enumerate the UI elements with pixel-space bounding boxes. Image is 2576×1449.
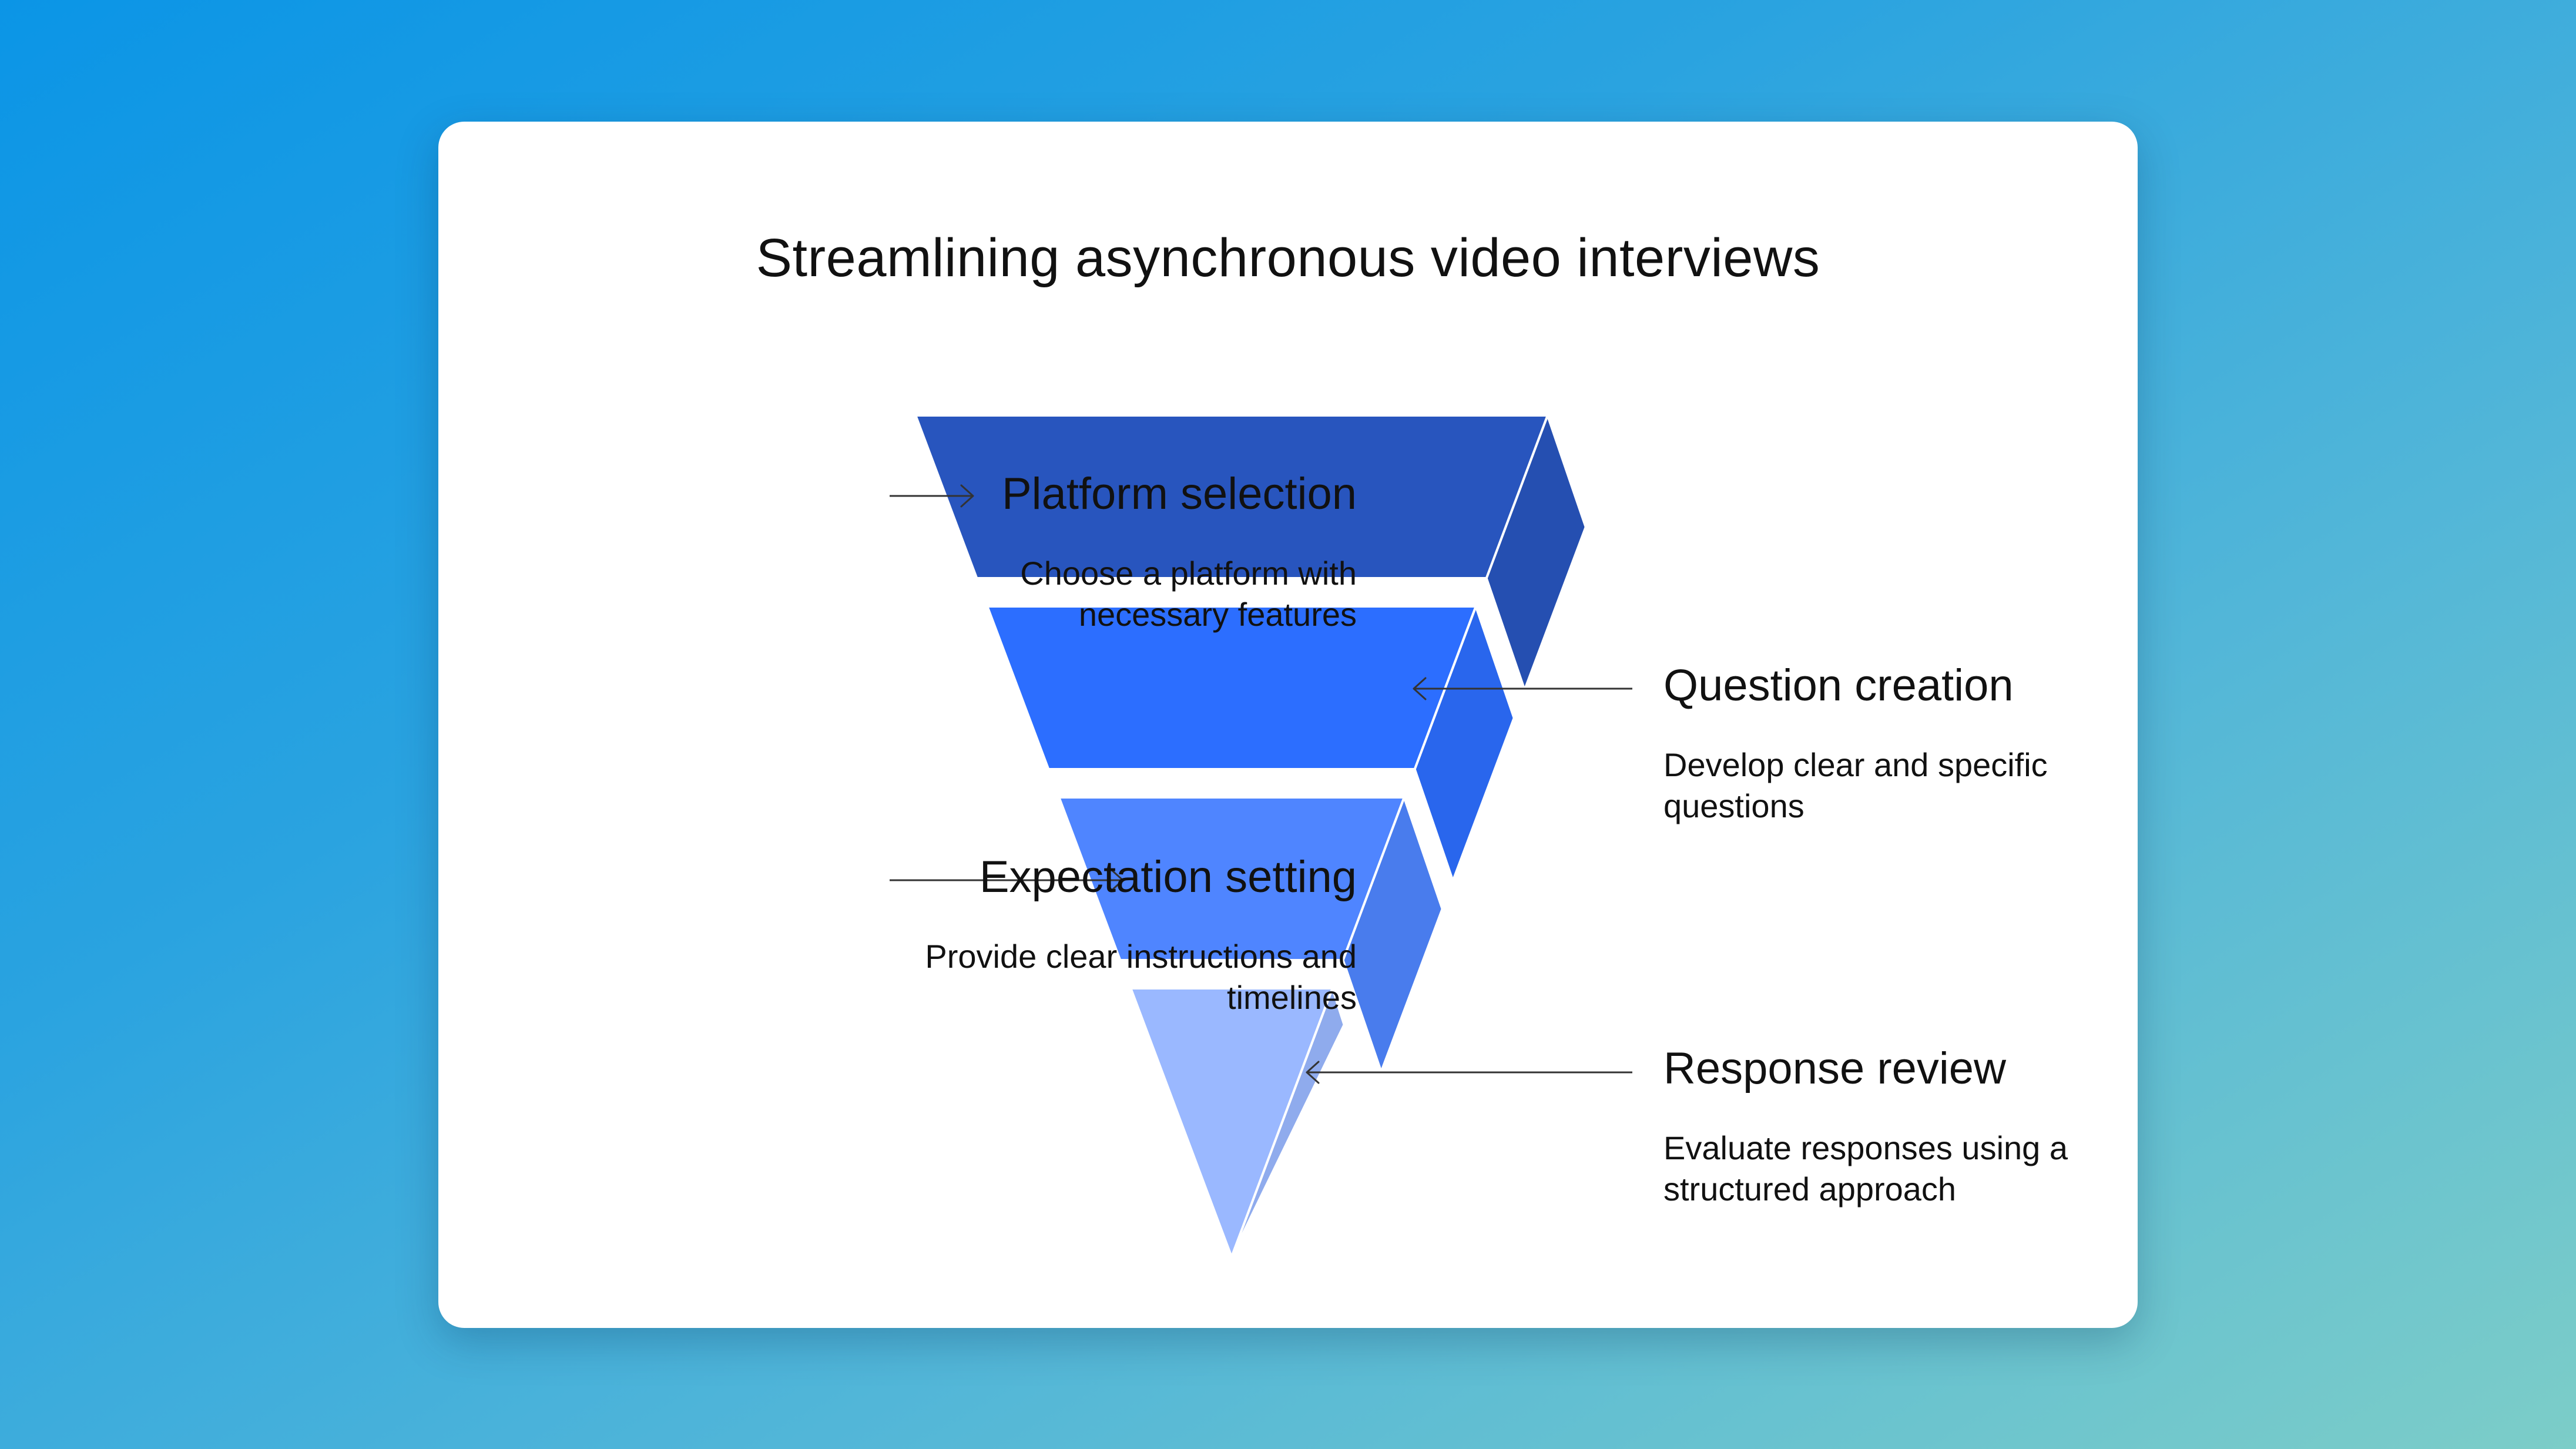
diagram-card: Streamlining asynchronous video intervie… xyxy=(438,122,2138,1328)
stage-description: Choose a platform with necessary feature… xyxy=(1020,554,1357,633)
stage-heading: Question creation xyxy=(1663,660,2014,710)
stage-label-response-review: Response review Evaluate responses using… xyxy=(1663,1044,2104,1210)
stage-label-expectation-setting: Expectation setting Provide clear instru… xyxy=(887,853,1357,1018)
stage-heading: Expectation setting xyxy=(979,852,1357,902)
connector-response-review xyxy=(1306,1061,1632,1084)
funnel-front-face xyxy=(1129,987,1334,1258)
stage-description: Develop clear and specific questions xyxy=(1663,746,2048,824)
stage-description: Evaluate responses using a structured ap… xyxy=(1663,1129,2068,1208)
stage-label-platform-selection: Platform selection Choose a platform wit… xyxy=(887,469,1357,635)
stage-label-question-creation: Question creation Develop clear and spec… xyxy=(1663,661,2104,827)
stage-description: Provide clear instructions and timelines xyxy=(925,937,1357,1016)
funnel-segment-response-review xyxy=(1129,987,1346,1258)
stage-heading: Platform selection xyxy=(1001,469,1357,519)
stage-heading: Response review xyxy=(1663,1044,2006,1094)
